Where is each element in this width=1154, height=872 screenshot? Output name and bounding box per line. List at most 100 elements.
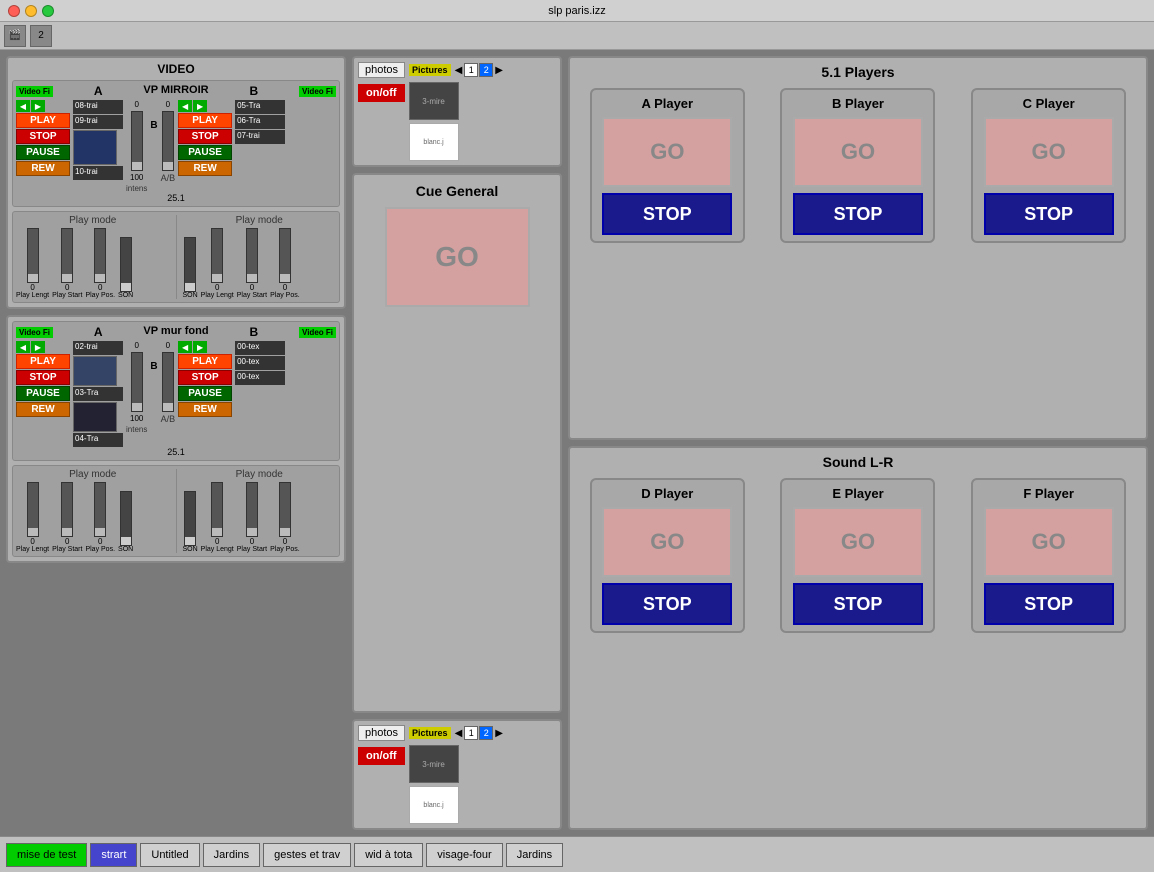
nav-num-2-b[interactable]: 2 — [479, 726, 493, 740]
arrow-right-btn-r[interactable]: ▶ — [193, 100, 207, 112]
sbr2[interactable] — [211, 228, 223, 283]
btn-rew-right[interactable]: REW — [178, 161, 232, 176]
btn-go-f[interactable]: GO — [984, 507, 1114, 577]
playmode-title-left-b: Play mode — [16, 469, 170, 480]
track-item-rb[interactable]: 00-tex — [235, 371, 285, 385]
btn-play-right-b[interactable]: PLAY — [178, 354, 232, 369]
sb3[interactable] — [94, 228, 106, 283]
slider-ps-rb: 0 Play Start — [237, 482, 267, 553]
tab-mise-de-test[interactable]: mise de test — [6, 843, 87, 867]
track-thumb-b — [73, 356, 117, 386]
btn-stop-e[interactable]: STOP — [793, 583, 923, 625]
btn-play-left[interactable]: PLAY — [16, 113, 70, 128]
btn-pause-left-b[interactable]: PAUSE — [16, 386, 70, 401]
tab-visage[interactable]: visage-four — [426, 843, 502, 867]
track-item-rb[interactable]: 00-tex — [235, 356, 285, 370]
btn-go-e[interactable]: GO — [793, 507, 923, 577]
sv1: 0 — [30, 283, 34, 292]
tab-wid[interactable]: wid à tota — [354, 843, 423, 867]
btn-go-c[interactable]: GO — [984, 117, 1114, 187]
sb2[interactable] — [61, 228, 73, 283]
nav-next-top[interactable]: ▶ — [495, 65, 503, 76]
btn-go-d[interactable]: GO — [602, 507, 732, 577]
slider-val-0-b: 0 — [134, 341, 138, 350]
sbr-b3[interactable] — [246, 482, 258, 537]
btn-stop-c[interactable]: STOP — [984, 193, 1114, 235]
arrow-right-btn-b[interactable]: ▶ — [31, 341, 45, 353]
track-item[interactable]: 08-trai — [73, 100, 123, 114]
svr3: 0 — [250, 283, 254, 292]
arrow-left-btn-b[interactable]: ◀ — [16, 341, 30, 353]
sbr-b4[interactable] — [279, 482, 291, 537]
arrow-left-btn-r[interactable]: ◀ — [178, 100, 192, 112]
maximize-button[interactable] — [42, 5, 54, 17]
sbr4[interactable] — [279, 228, 291, 283]
track-item-rb[interactable]: 00-tex — [235, 341, 285, 355]
tab-untitled[interactable]: Untitled — [140, 843, 199, 867]
sbr3[interactable] — [246, 228, 258, 283]
arrow-right-btn[interactable]: ▶ — [31, 100, 45, 112]
btn-go-a[interactable]: GO — [602, 117, 732, 187]
btn-onoff-top[interactable]: on/off — [358, 84, 405, 102]
nav-num-1[interactable]: 1 — [464, 63, 478, 77]
sb1[interactable] — [27, 228, 39, 283]
track-item-b[interactable]: 03-Tra — [73, 387, 123, 401]
btn-rew-right-b[interactable]: REW — [178, 402, 232, 417]
btn-stop-left[interactable]: STOP — [16, 129, 70, 144]
close-button[interactable] — [8, 5, 20, 17]
btn-go-cue[interactable]: GO — [385, 207, 530, 307]
toolbar-icon-2[interactable]: 2 — [30, 25, 52, 47]
slider-bar-r[interactable] — [162, 111, 174, 171]
sb4[interactable] — [120, 237, 132, 292]
track-item-b[interactable]: 04-Tra — [73, 433, 123, 447]
btn-pause-right-b[interactable]: PAUSE — [178, 386, 232, 401]
track-item[interactable]: 07-trai — [235, 130, 285, 144]
sbr-b1[interactable] — [184, 491, 196, 546]
btn-pause-right[interactable]: PAUSE — [178, 145, 232, 160]
track-item-b[interactable]: 02-trai — [73, 341, 123, 355]
btn-pause-left[interactable]: PAUSE — [16, 145, 70, 160]
btn-stop-left-b[interactable]: STOP — [16, 370, 70, 385]
nav-next-bottom[interactable]: ▶ — [495, 728, 503, 739]
nav-prev-top[interactable]: ◀ — [455, 65, 463, 76]
minimize-button[interactable] — [25, 5, 37, 17]
sbr1[interactable] — [184, 237, 196, 292]
btn-go-b[interactable]: GO — [793, 117, 923, 187]
tab-strart[interactable]: strart — [90, 843, 137, 867]
btn-stop-f[interactable]: STOP — [984, 583, 1114, 625]
btn-rew-left-b[interactable]: REW — [16, 402, 70, 417]
btn-rew-left[interactable]: REW — [16, 161, 70, 176]
arrow-left-btn[interactable]: ◀ — [16, 100, 30, 112]
btn-stop-a[interactable]: STOP — [602, 193, 732, 235]
track-item[interactable]: 06-Tra — [235, 115, 285, 129]
btn-onoff-bottom[interactable]: on/off — [358, 747, 405, 765]
slider-bar[interactable] — [131, 111, 143, 171]
tab-gestes[interactable]: gestes et trav — [263, 843, 351, 867]
btn-stop-right-b[interactable]: STOP — [178, 370, 232, 385]
sb-b1[interactable] — [27, 482, 39, 537]
nav-prev-bottom[interactable]: ◀ — [455, 728, 463, 739]
btn-stop-d[interactable]: STOP — [602, 583, 732, 625]
track-item[interactable]: 09-trai — [73, 115, 123, 129]
tab-jardins-1[interactable]: Jardins — [203, 843, 260, 867]
sb-b3[interactable] — [94, 482, 106, 537]
pics-badge-bottom: Pictures — [409, 727, 451, 739]
slider-bar-rb[interactable] — [162, 352, 174, 412]
btn-play-right[interactable]: PLAY — [178, 113, 232, 128]
pics-content-bottom: on/off 3-mire blanc.j — [358, 745, 556, 824]
sbr-b2[interactable] — [211, 482, 223, 537]
sb-b2[interactable] — [61, 482, 73, 537]
btn-stop-b[interactable]: STOP — [793, 193, 923, 235]
arrow-right-btn-rb[interactable]: ▶ — [193, 341, 207, 353]
btn-stop-right[interactable]: STOP — [178, 129, 232, 144]
slider-bar-b[interactable] — [131, 352, 143, 412]
btn-play-left-b[interactable]: PLAY — [16, 354, 70, 369]
nav-num-1-b[interactable]: 1 — [464, 726, 478, 740]
sb-b4[interactable] — [120, 491, 132, 546]
tab-jardins-2[interactable]: Jardins — [506, 843, 563, 867]
track-item[interactable]: 05-Tra — [235, 100, 285, 114]
toolbar-icon-1[interactable]: 🎬 — [4, 25, 26, 47]
arrow-left-btn-rb[interactable]: ◀ — [178, 341, 192, 353]
nav-num-2[interactable]: 2 — [479, 63, 493, 77]
track-item[interactable]: 10-trai — [73, 166, 123, 180]
